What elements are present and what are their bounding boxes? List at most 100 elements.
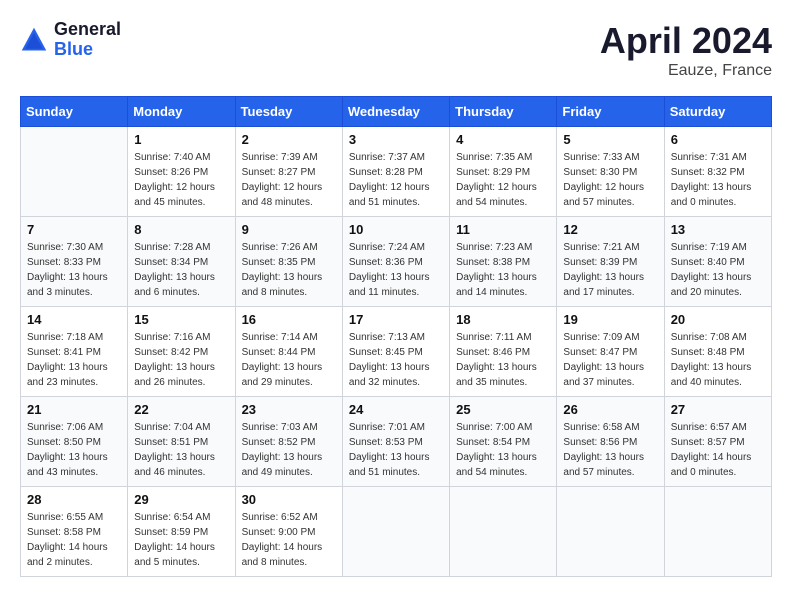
page-header: General Blue April 2024 Eauze, France: [20, 20, 772, 80]
logo: General Blue: [20, 20, 121, 60]
cell-sun-info: Sunrise: 7:19 AM Sunset: 8:40 PM Dayligh…: [671, 240, 765, 300]
calendar-cell: 29 Sunrise: 6:54 AM Sunset: 8:59 PM Dayli…: [128, 487, 235, 577]
day-number: 6: [671, 132, 765, 147]
day-number: 20: [671, 312, 765, 327]
cell-sun-info: Sunrise: 7:39 AM Sunset: 8:27 PM Dayligh…: [242, 150, 336, 210]
day-number: 13: [671, 222, 765, 237]
cell-sun-info: Sunrise: 7:37 AM Sunset: 8:28 PM Dayligh…: [349, 150, 443, 210]
calendar-cell: 6 Sunrise: 7:31 AM Sunset: 8:32 PM Daylig…: [664, 127, 771, 217]
cell-sun-info: Sunrise: 7:13 AM Sunset: 8:45 PM Dayligh…: [349, 330, 443, 390]
calendar-cell: 11 Sunrise: 7:23 AM Sunset: 8:38 PM Dayli…: [450, 217, 557, 307]
calendar-cell: [342, 487, 449, 577]
cell-sun-info: Sunrise: 7:35 AM Sunset: 8:29 PM Dayligh…: [456, 150, 550, 210]
calendar-cell: 19 Sunrise: 7:09 AM Sunset: 8:47 PM Dayli…: [557, 307, 664, 397]
col-header-sunday: Sunday: [21, 97, 128, 127]
calendar-cell: 14Sunrise: 7:18 AM Sunset: 8:41 PM Dayli…: [21, 307, 128, 397]
cell-sun-info: Sunrise: 7:03 AM Sunset: 8:52 PM Dayligh…: [242, 420, 336, 480]
cell-sun-info: Sunrise: 7:01 AM Sunset: 8:53 PM Dayligh…: [349, 420, 443, 480]
col-header-wednesday: Wednesday: [342, 97, 449, 127]
calendar-cell: 25 Sunrise: 7:00 AM Sunset: 8:54 PM Dayli…: [450, 397, 557, 487]
day-number: 26: [563, 402, 657, 417]
cell-sun-info: Sunrise: 7:28 AM Sunset: 8:34 PM Dayligh…: [134, 240, 228, 300]
logo-text: General Blue: [54, 20, 121, 60]
location-text: Eauze, France: [600, 62, 772, 80]
col-header-monday: Monday: [128, 97, 235, 127]
day-number: 17: [349, 312, 443, 327]
day-number: 18: [456, 312, 550, 327]
day-number: 25: [456, 402, 550, 417]
day-number: 27: [671, 402, 765, 417]
day-number: 23: [242, 402, 336, 417]
cell-sun-info: Sunrise: 7:06 AM Sunset: 8:50 PM Dayligh…: [27, 420, 121, 480]
cell-sun-info: Sunrise: 6:55 AM Sunset: 8:58 PM Dayligh…: [27, 510, 121, 570]
day-number: 4: [456, 132, 550, 147]
day-number: 21: [27, 402, 121, 417]
calendar-cell: [21, 127, 128, 217]
calendar-cell: 16 Sunrise: 7:14 AM Sunset: 8:44 PM Dayli…: [235, 307, 342, 397]
calendar-cell: 5 Sunrise: 7:33 AM Sunset: 8:30 PM Daylig…: [557, 127, 664, 217]
cell-sun-info: Sunrise: 6:54 AM Sunset: 8:59 PM Dayligh…: [134, 510, 228, 570]
day-number: 2: [242, 132, 336, 147]
calendar-cell: 12 Sunrise: 7:21 AM Sunset: 8:39 PM Dayli…: [557, 217, 664, 307]
day-number: 10: [349, 222, 443, 237]
day-number: 29: [134, 492, 228, 507]
calendar-week-row: 28 Sunrise: 6:55 AM Sunset: 8:58 PM Dayli…: [21, 487, 772, 577]
cell-sun-info: Sunrise: 7:33 AM Sunset: 8:30 PM Dayligh…: [563, 150, 657, 210]
calendar-week-row: 14Sunrise: 7:18 AM Sunset: 8:41 PM Dayli…: [21, 307, 772, 397]
cell-sun-info: Sunrise: 7:00 AM Sunset: 8:54 PM Dayligh…: [456, 420, 550, 480]
day-number: 16: [242, 312, 336, 327]
day-number: 11: [456, 222, 550, 237]
cell-sun-info: Sunrise: 7:04 AM Sunset: 8:51 PM Dayligh…: [134, 420, 228, 480]
calendar-cell: 28 Sunrise: 6:55 AM Sunset: 8:58 PM Dayli…: [21, 487, 128, 577]
calendar-cell: 3 Sunrise: 7:37 AM Sunset: 8:28 PM Daylig…: [342, 127, 449, 217]
col-header-saturday: Saturday: [664, 97, 771, 127]
month-title: April 2024: [600, 20, 772, 62]
day-number: 14: [27, 312, 121, 327]
day-number: 5: [563, 132, 657, 147]
day-number: 22: [134, 402, 228, 417]
col-header-thursday: Thursday: [450, 97, 557, 127]
day-number: 1: [134, 132, 228, 147]
calendar-cell: 15Sunrise: 7:16 AM Sunset: 8:42 PM Dayli…: [128, 307, 235, 397]
calendar-cell: [664, 487, 771, 577]
day-number: 28: [27, 492, 121, 507]
cell-sun-info: Sunrise: 7:26 AM Sunset: 8:35 PM Dayligh…: [242, 240, 336, 300]
calendar-cell: 23 Sunrise: 7:03 AM Sunset: 8:52 PM Dayli…: [235, 397, 342, 487]
col-header-friday: Friday: [557, 97, 664, 127]
cell-sun-info: Sunrise: 7:09 AM Sunset: 8:47 PM Dayligh…: [563, 330, 657, 390]
logo-icon: [20, 26, 48, 54]
cell-sun-info: Sunrise: 6:57 AM Sunset: 8:57 PM Dayligh…: [671, 420, 765, 480]
calendar-cell: 2 Sunrise: 7:39 AM Sunset: 8:27 PM Daylig…: [235, 127, 342, 217]
calendar-cell: 13 Sunrise: 7:19 AM Sunset: 8:40 PM Dayli…: [664, 217, 771, 307]
title-area: April 2024 Eauze, France: [600, 20, 772, 80]
calendar-cell: 17 Sunrise: 7:13 AM Sunset: 8:45 PM Dayli…: [342, 307, 449, 397]
calendar-week-row: 7Sunrise: 7:30 AM Sunset: 8:33 PM Daylig…: [21, 217, 772, 307]
calendar-cell: 18Sunrise: 7:11 AM Sunset: 8:46 PM Dayli…: [450, 307, 557, 397]
calendar-week-row: 1 Sunrise: 7:40 AM Sunset: 8:26 PM Daylig…: [21, 127, 772, 217]
day-number: 24: [349, 402, 443, 417]
cell-sun-info: Sunrise: 7:24 AM Sunset: 8:36 PM Dayligh…: [349, 240, 443, 300]
calendar-cell: 27 Sunrise: 6:57 AM Sunset: 8:57 PM Dayli…: [664, 397, 771, 487]
cell-sun-info: Sunrise: 7:14 AM Sunset: 8:44 PM Dayligh…: [242, 330, 336, 390]
calendar-cell: [450, 487, 557, 577]
day-number: 3: [349, 132, 443, 147]
day-number: 9: [242, 222, 336, 237]
day-number: 30: [242, 492, 336, 507]
calendar-cell: 7Sunrise: 7:30 AM Sunset: 8:33 PM Daylig…: [21, 217, 128, 307]
calendar-cell: 20Sunrise: 7:08 AM Sunset: 8:48 PM Dayli…: [664, 307, 771, 397]
cell-sun-info: Sunrise: 7:21 AM Sunset: 8:39 PM Dayligh…: [563, 240, 657, 300]
cell-sun-info: Sunrise: 7:23 AM Sunset: 8:38 PM Dayligh…: [456, 240, 550, 300]
calendar-cell: 21 Sunrise: 7:06 AM Sunset: 8:50 PM Dayli…: [21, 397, 128, 487]
day-number: 8: [134, 222, 228, 237]
cell-sun-info: Sunrise: 7:40 AM Sunset: 8:26 PM Dayligh…: [134, 150, 228, 210]
day-number: 19: [563, 312, 657, 327]
day-number: 12: [563, 222, 657, 237]
calendar-cell: 8 Sunrise: 7:28 AM Sunset: 8:34 PM Daylig…: [128, 217, 235, 307]
calendar-week-row: 21 Sunrise: 7:06 AM Sunset: 8:50 PM Dayli…: [21, 397, 772, 487]
calendar-cell: 10 Sunrise: 7:24 AM Sunset: 8:36 PM Dayli…: [342, 217, 449, 307]
calendar-cell: 22 Sunrise: 7:04 AM Sunset: 8:51 PM Dayli…: [128, 397, 235, 487]
day-number: 7: [27, 222, 121, 237]
calendar-cell: [557, 487, 664, 577]
cell-sun-info: Sunrise: 7:31 AM Sunset: 8:32 PM Dayligh…: [671, 150, 765, 210]
calendar-cell: 9 Sunrise: 7:26 AM Sunset: 8:35 PM Daylig…: [235, 217, 342, 307]
